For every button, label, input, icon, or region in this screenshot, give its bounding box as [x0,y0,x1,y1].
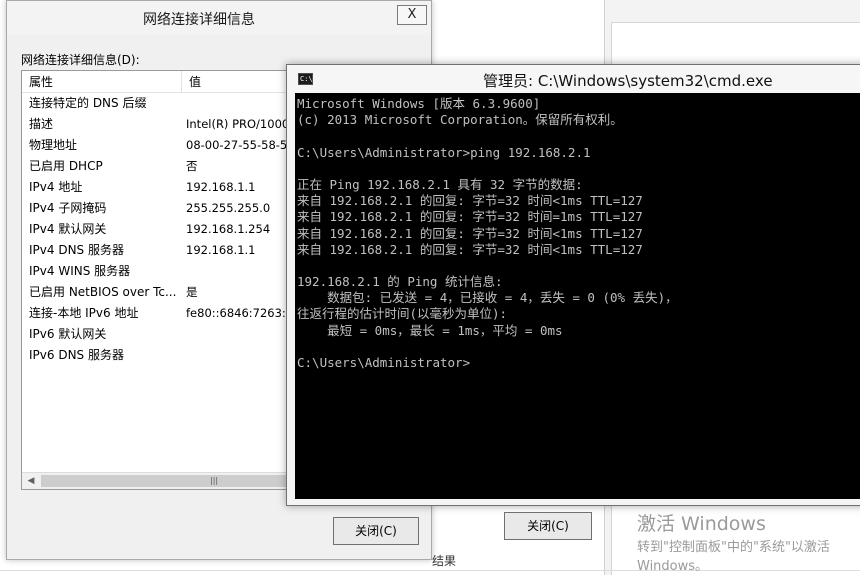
row-property: 已启用 DHCP [29,159,103,173]
watermark-line-1: 转到"控制面板"中的"系统"以激活 [637,540,830,555]
console-line: 192.168.2.1 的 Ping 统计信息: [297,274,503,290]
row-property: 连接特定的 DNS 后缀 [29,96,147,110]
row-property: IPv4 子网掩码 [29,201,107,215]
background-close-button[interactable]: 关闭(C) [504,512,592,540]
activation-watermark: 激活 Windows 转到"控制面板"中的"系统"以激活 Windows。 [637,512,830,575]
row-property: 物理地址 [29,138,78,152]
cmd-title: 管理员: C:\Windows\system32\cmd.exe [483,72,773,90]
dialog-close-button[interactable]: X [397,5,427,25]
row-property: IPv6 DNS 服务器 [29,348,124,362]
console-line: C:\Users\Administrator> [297,355,471,370]
console-line: 来自 192.168.2.1 的回复: 字节=32 时间<1ms TTL=127 [297,225,643,241]
console-line: 数据包: 已发送 = 4，已接收 = 4，丢失 = 0 (0% 丢失)， [297,290,678,306]
console-line: 来自 192.168.2.1 的回复: 字节=32 时间=1ms TTL=127 [297,209,643,225]
dialog-titlebar[interactable]: 网络连接详细信息 X [7,1,431,35]
row-property: IPv4 默认网关 [29,222,107,236]
row-property: 已启用 NetBIOS over Tc... [29,285,177,299]
row-property: IPv4 地址 [29,180,83,194]
dialog-title: 网络连接详细信息 [143,12,255,28]
cmd-window: C:\ 管理员: C:\Windows\system32\cmd.exe Mic… [286,64,860,506]
scrollbar-grip-icon: ||| [210,476,219,485]
row-property: IPv4 DNS 服务器 [29,243,124,257]
watermark-title: 激活 Windows [637,513,766,535]
cmd-icon-text: C:\ [300,75,313,83]
console-line: (c) 2013 Microsoft Corporation。保留所有权利。 [297,112,623,128]
console-line: Microsoft Windows [版本 6.3.9600] [297,96,541,111]
console-line: 最短 = 0ms，最长 = 1ms，平均 = 0ms [297,322,563,338]
console-lines: Microsoft Windows [版本 6.3.9600] (c) 2013 … [297,96,678,371]
cmd-titlebar[interactable]: C:\ 管理员: C:\Windows\system32\cmd.exe [287,65,860,93]
watermark-line-2: Windows。 [637,559,709,574]
row-property: 连接-本地 IPv6 地址 [29,306,139,320]
console-line: 正在 Ping 192.168.2.1 具有 32 字节的数据: [297,176,583,192]
details-list-label: 网络连接详细信息(D): [21,53,140,67]
console-line: 来自 192.168.2.1 的回复: 字节=32 时间<1ms TTL=127 [297,193,643,209]
cmd-app-icon: C:\ [298,73,313,85]
row-property: 描述 [29,117,54,131]
cmd-console-output[interactable]: Microsoft Windows [版本 6.3.9600] (c) 2013 … [295,93,860,499]
console-line: 往返行程的估计时间(以毫秒为单位): [297,306,508,322]
scroll-left-arrow-icon[interactable]: ◀ [25,475,37,487]
row-property: IPv6 默认网关 [29,327,107,341]
console-line: 来自 192.168.2.1 的回复: 字节=32 时间<1ms TTL=127 [297,241,643,257]
console-line: C:\Users\Administrator>ping 192.168.2.1 [297,144,591,160]
row-property: IPv4 WINS 服务器 [29,264,131,278]
column-header-property[interactable]: 属性 [22,71,182,93]
background-text-fragment: 结果 [432,554,457,568]
dialog-close-action-button[interactable]: 关闭(C) [333,517,419,545]
